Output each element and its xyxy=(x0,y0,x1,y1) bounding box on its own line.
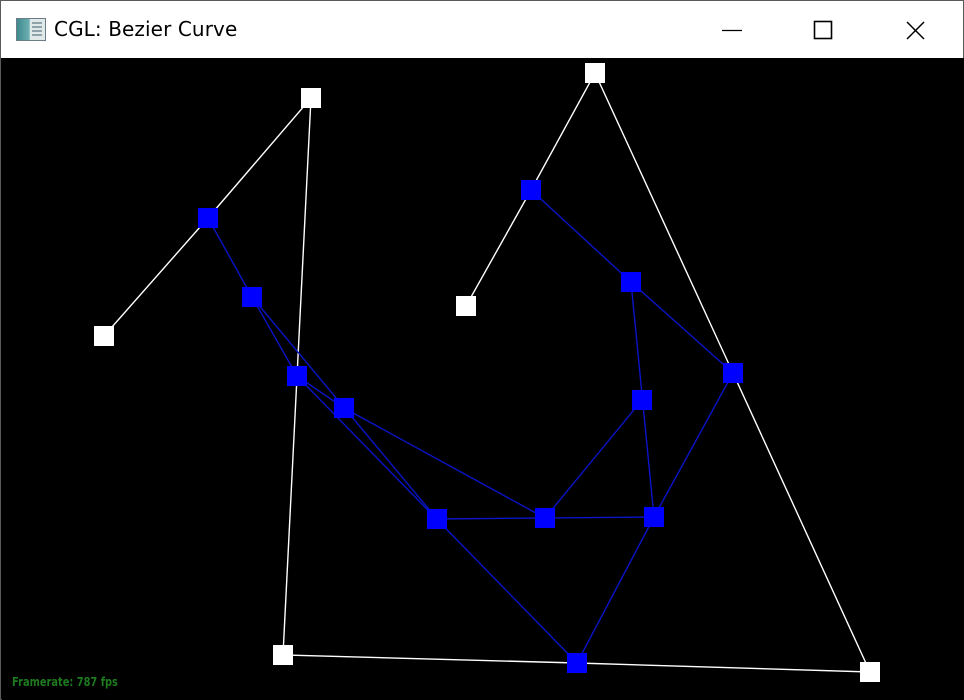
intermediate-point xyxy=(723,363,743,383)
maximize-button[interactable] xyxy=(777,1,869,58)
framerate-label: Framerate: 787 fps xyxy=(12,675,118,689)
control-point xyxy=(273,645,293,665)
intermediate-point xyxy=(334,398,354,418)
close-button[interactable] xyxy=(869,1,961,58)
close-icon xyxy=(906,21,925,40)
intermediate-point xyxy=(535,508,555,528)
window-title: CGL: Bezier Curve xyxy=(54,17,238,41)
intermediate-point xyxy=(198,208,218,228)
intermediate-point xyxy=(287,366,307,386)
intermediate-point xyxy=(621,272,641,292)
control-point xyxy=(301,88,321,108)
render-canvas[interactable] xyxy=(2,58,964,700)
minimize-icon xyxy=(722,29,742,32)
intermediate-point xyxy=(242,287,262,307)
control-point xyxy=(456,296,476,316)
control-point xyxy=(585,63,605,83)
control-point xyxy=(94,326,114,346)
intermediate-point xyxy=(644,507,664,527)
bezier-scene xyxy=(94,63,880,682)
intermediate-point xyxy=(632,390,652,410)
title-bar[interactable]: CGL: Bezier Curve xyxy=(1,1,963,58)
intermediate-point xyxy=(567,653,587,673)
maximize-icon xyxy=(813,20,833,40)
intermediate-point xyxy=(521,180,541,200)
minimize-button[interactable] xyxy=(685,1,777,58)
control-point xyxy=(860,662,880,682)
app-window: CGL: Bezier Curve Framerate: 787 fps xyxy=(0,0,964,700)
app-window-icon[interactable] xyxy=(16,18,46,41)
control-polygon xyxy=(103,71,872,673)
intermediate-point xyxy=(427,509,447,529)
